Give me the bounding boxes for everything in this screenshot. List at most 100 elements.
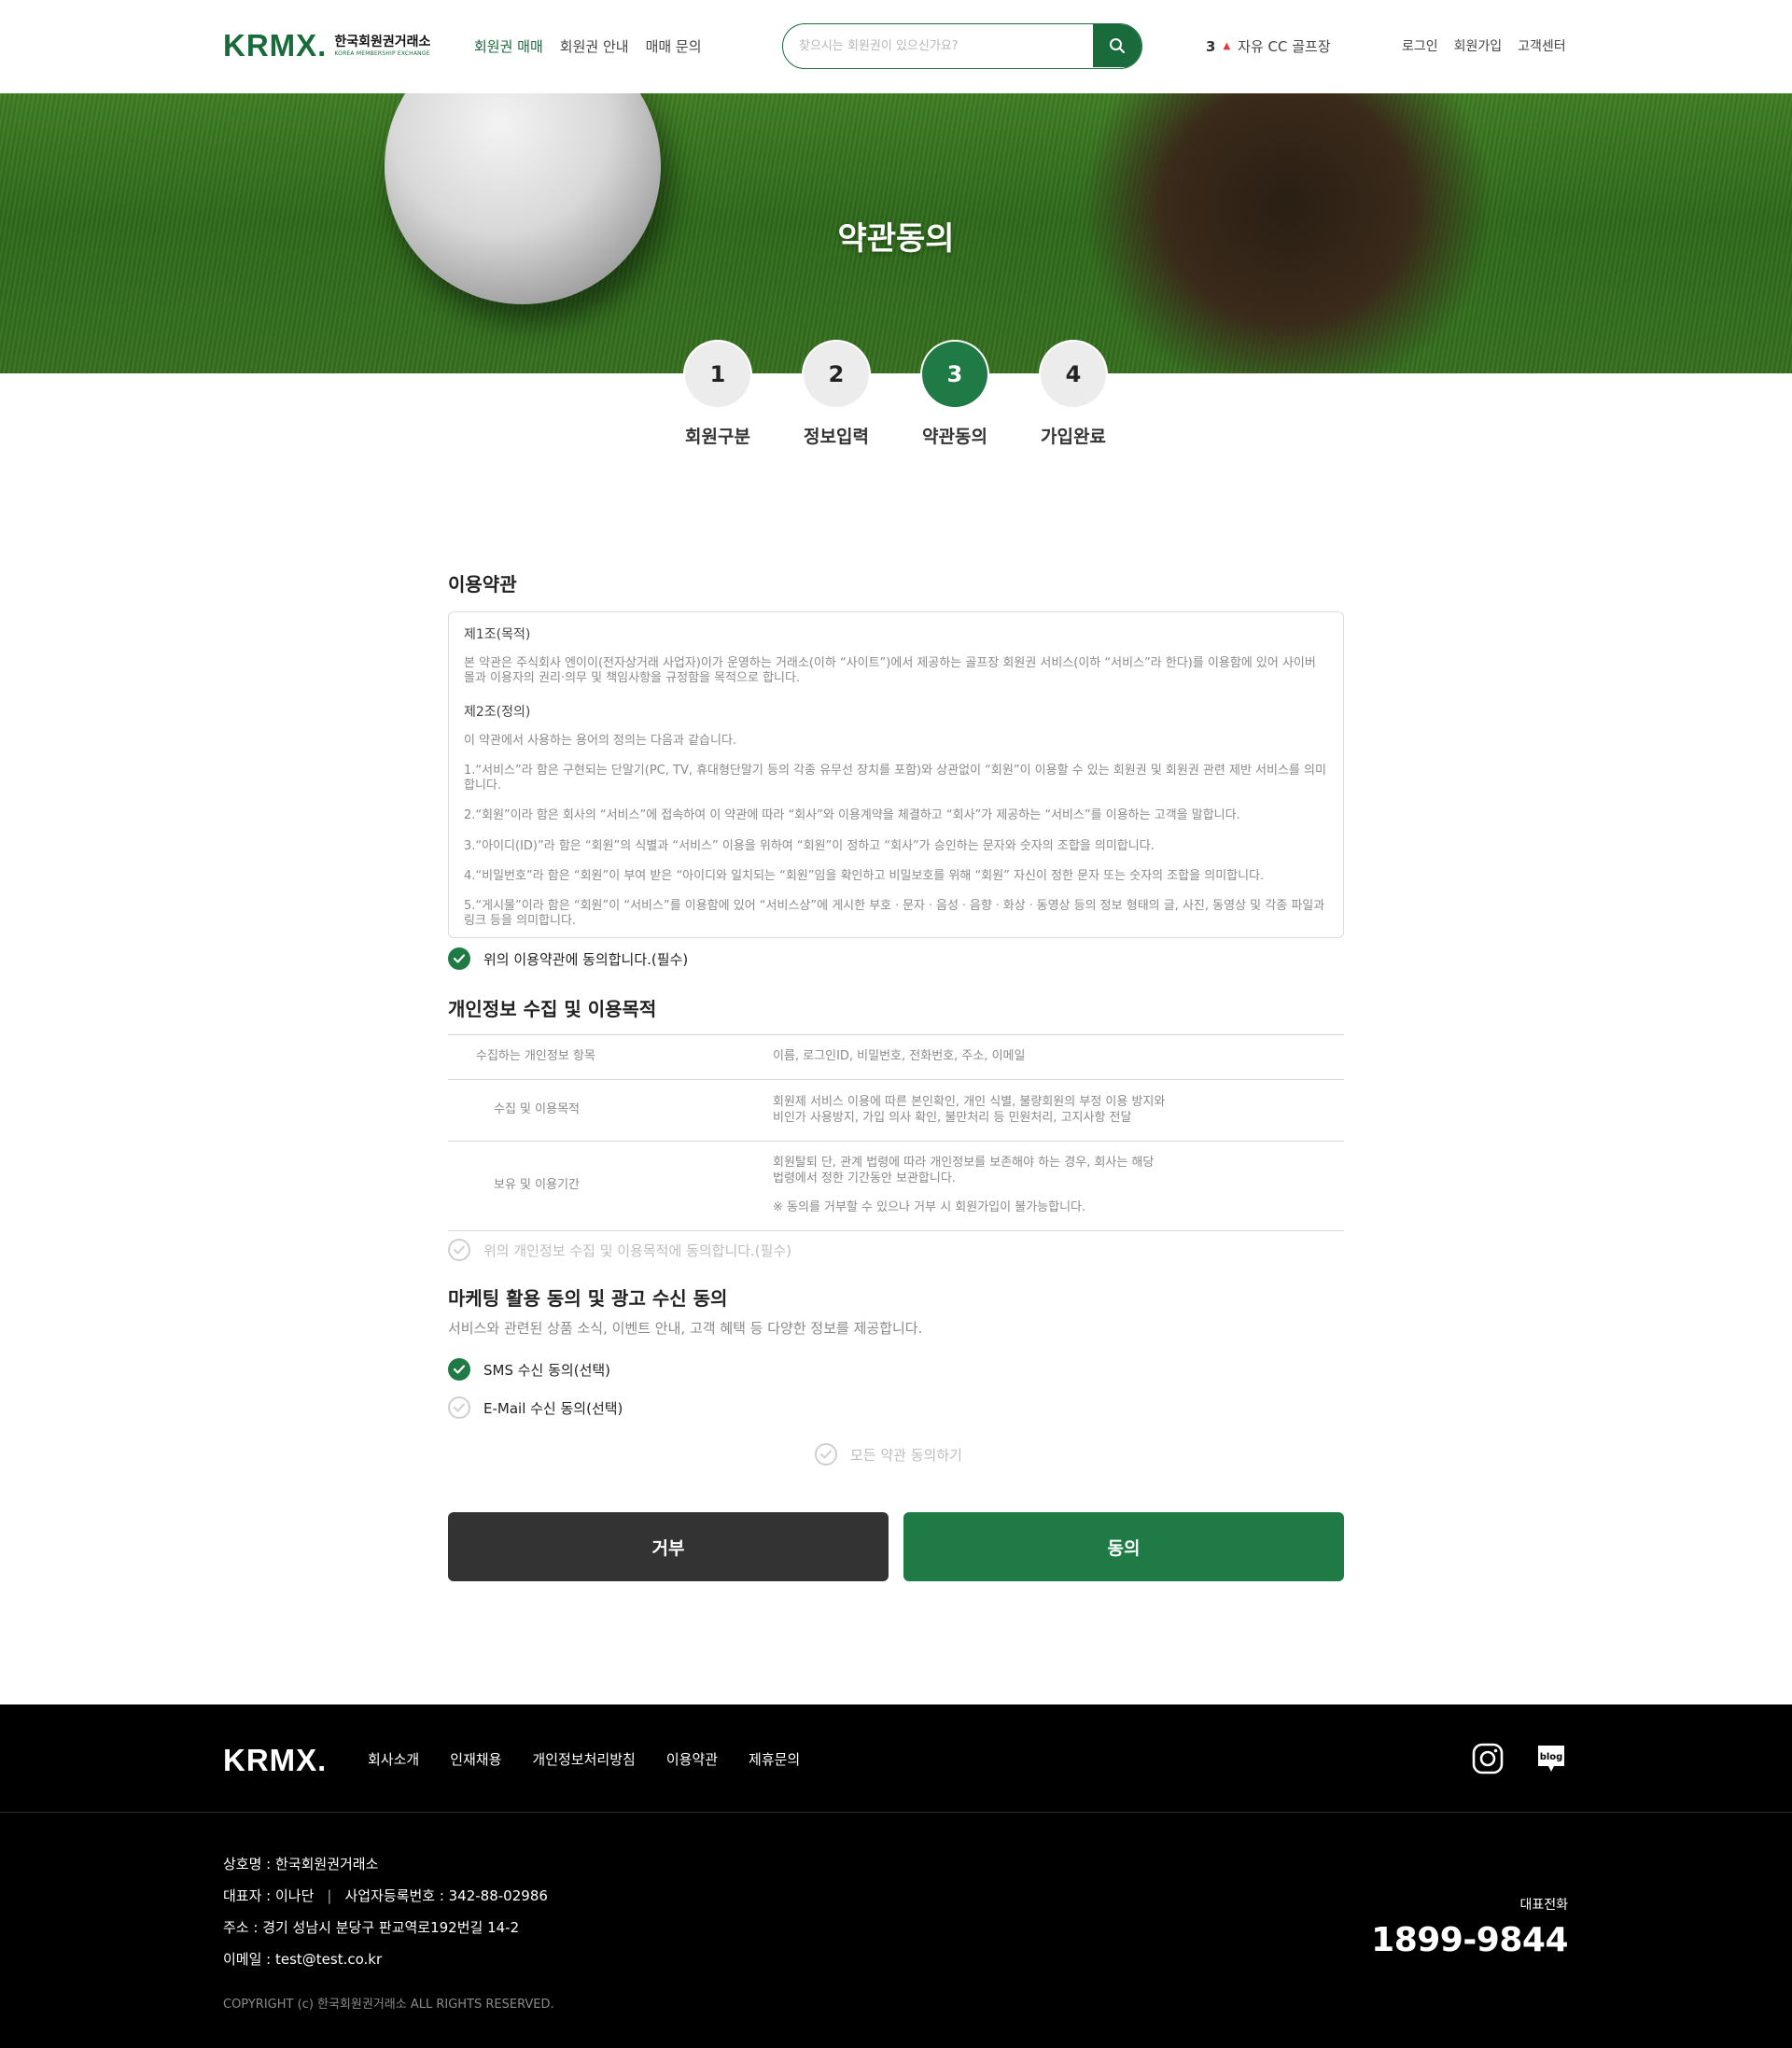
terms-article-title: 제1조(목적): [464, 627, 531, 642]
table-value: 회원탈퇴 단, 관계 법령에 따라 개인정보를 보존해야 하는 경우, 회사는 …: [773, 1141, 1344, 1231]
util-menu: 로그인 회원가입 고객센터: [1402, 36, 1566, 55]
table-note: ※ 동의를 거부할 수 있으나 거부 시 회원가입이 불가능합니다.: [773, 1199, 1086, 1214]
privacy-agree-checkbox[interactable]: 위의 개인정보 수집 및 이용목적에 동의합니다.(필수): [448, 1239, 1344, 1261]
company-info: 상호명 : 한국회원권거래소 대표자 : 이나단 | 사업자등록번호 : 342-8…: [223, 1848, 548, 1975]
company-address: 주소 : 경기 성남시 분당구 판교역로192번길 14-2: [223, 1919, 520, 1936]
terms-agree-label: 위의 이용약관에 동의합니다.(필수): [483, 950, 689, 968]
footer-top: KRMX. 회사소개 인재채용 개인정보처리방침 이용약관 제휴문의 blog: [0, 1704, 1792, 1813]
logo-english: KOREA MEMBERSHIP EXCHANGE: [334, 49, 430, 57]
copyright: COPYRIGHT (c) 한국회원권거래소 ALL RIGHTS RESERV…: [223, 1998, 554, 2012]
nav-membership-guide[interactable]: 회원권 안내: [560, 36, 629, 56]
agree-button[interactable]: 동의: [903, 1512, 1344, 1581]
table-value: 이름, 로그인ID, 비밀번호, 전화번호, 주소, 이메일: [773, 1034, 1344, 1080]
terms-article-body: 2.“회원”이라 함은 회사의 “서비스”에 접속하여 이 약관에 따라 “회사…: [464, 808, 1240, 823]
step-label: 약관동의: [922, 427, 987, 447]
phone-label: 대표전화: [1519, 1898, 1568, 1913]
marketing-description: 서비스와 관련된 상품 소식, 이벤트 안내, 고객 혜택 등 다양한 정보를 …: [448, 1320, 923, 1337]
terms-article-body: 본 약관은 주식회사 엔이이(전자상거래 사업자)이가 운영하는 거래소(이하 …: [464, 656, 1316, 686]
page-title: 약관동의: [837, 220, 955, 258]
sms-agree-label: SMS 수신 동의(선택): [483, 1361, 611, 1379]
blog-icon[interactable]: blog: [1534, 1742, 1568, 1775]
signup-link[interactable]: 회원가입: [1454, 36, 1503, 55]
terms-title: 이용약관: [448, 573, 517, 596]
agreement-form: 이용약관 제1조(목적) 본 약관은 주식회사 엔이이(전자상거래 사업자)이가…: [448, 569, 1344, 1581]
terms-article-body: 5.“게시물”이라 함은 “회원”이 “서비스”를 이용함에 있어 “서비스상”…: [464, 899, 1325, 929]
terms-article-body: 1.“서비스”라 함은 구현되는 단말기(PC, TV, 휴대형단말기 등의 각…: [464, 763, 1326, 793]
hero-banner: 약관동의: [0, 93, 1792, 373]
table-row: 수집 및 이용목적 회원제 서비스 이용에 따른 본인확인, 개인 식별, 불량…: [448, 1079, 1344, 1142]
email-agree-checkbox[interactable]: E-Mail 수신 동의(선택): [448, 1396, 1344, 1419]
logo[interactable]: KRMX. 한국회원권거래소 KOREA MEMBERSHIP EXCHANGE: [223, 28, 430, 63]
step-label: 정보입력: [804, 427, 869, 447]
step-number: 1: [685, 342, 750, 407]
all-agree-checkbox[interactable]: 모든 약관 동의하기: [815, 1443, 962, 1466]
footer-link-careers[interactable]: 인재채용: [450, 1749, 501, 1769]
action-buttons: 거부 동의: [448, 1512, 1344, 1581]
logo-mark: KRMX.: [223, 28, 328, 63]
check-icon: [448, 1239, 470, 1261]
phone-block: 대표전화 1899-9844: [1371, 1895, 1568, 1959]
step-2: 2 정보입력: [780, 342, 892, 448]
table-value-line: 회원제 서비스 이용에 따른 본인확인, 개인 식별, 불량회원의 부정 이용 …: [773, 1094, 1166, 1109]
email-agree-label: E-Mail 수신 동의(선택): [483, 1399, 623, 1417]
marketing-title: 마케팅 활용 동의 및 광고 수신 동의: [448, 1287, 728, 1310]
nav-trade-inquiry[interactable]: 매매 문의: [646, 36, 702, 56]
page: KRMX. 한국회원권거래소 KOREA MEMBERSHIP EXCHANGE…: [0, 0, 1792, 2048]
main-nav: 회원권 매매 회원권 안내 매매 문의: [474, 36, 702, 56]
footer-link-privacy[interactable]: 개인정보처리방침: [532, 1749, 635, 1769]
reject-button[interactable]: 거부: [448, 1512, 889, 1581]
company-name: 상호명 : 한국회원권거래소: [223, 1856, 379, 1873]
footer-sns: blog: [1471, 1742, 1568, 1775]
table-key: 보유 및 이용기간: [448, 1141, 773, 1231]
terms-article-body: 3.“아이디(ID)”라 함은 “회원”의 식별과 “서비스” 이용을 위하여 …: [464, 838, 1155, 853]
customer-center-link[interactable]: 고객센터: [1518, 36, 1566, 55]
privacy-title: 개인정보 수집 및 이용목적: [448, 998, 657, 1020]
footer: KRMX. 회사소개 인재채용 개인정보처리방침 이용약관 제휴문의 blog …: [0, 1704, 1792, 2048]
footer-link-partnership[interactable]: 제휴문의: [749, 1749, 800, 1769]
company-ceo: 대표자 : 이나단: [223, 1887, 315, 1904]
rank-name: 자유 CC 골프장: [1238, 38, 1331, 55]
footer-link-about[interactable]: 회사소개: [368, 1749, 419, 1769]
search-input[interactable]: [783, 24, 1091, 67]
all-agree-label: 모든 약관 동의하기: [850, 1446, 962, 1464]
step-number: 2: [804, 342, 869, 407]
check-icon: [448, 1396, 470, 1419]
footer-link-terms[interactable]: 이용약관: [666, 1749, 718, 1769]
table-key: 수집하는 개인정보 항목: [448, 1034, 773, 1080]
footer-logo[interactable]: KRMX.: [223, 1743, 327, 1778]
check-icon: [448, 1358, 470, 1381]
table-value-line: 이름, 로그인ID, 비밀번호, 전화번호, 주소, 이메일: [773, 1049, 1026, 1064]
table-value-line: 비인가 사용방지, 가입 의사 확인, 불만처리 등 민원처리, 고지사항 전달: [773, 1110, 1132, 1125]
footer-nav: 회사소개 인재채용 개인정보처리방침 이용약관 제휴문의: [368, 1749, 800, 1769]
nav-membership-trade[interactable]: 회원권 매매: [474, 36, 543, 56]
realtime-rank[interactable]: 3 ▲ 자유 CC 골프장: [1206, 36, 1331, 56]
privacy-agree-label: 위의 개인정보 수집 및 이용목적에 동의합니다.(필수): [483, 1241, 792, 1259]
check-icon: [815, 1443, 837, 1466]
signup-steps: 1 회원구분 2 정보입력 3 약관동의 4 가입완료: [0, 342, 1792, 463]
table-row: 보유 및 이용기간 회원탈퇴 단, 관계 법령에 따라 개인정보를 보존해야 하…: [448, 1141, 1344, 1231]
terms-agree-checkbox[interactable]: 위의 이용약관에 동의합니다.(필수): [448, 947, 1344, 970]
logo-korean: 한국회원권거래소: [334, 34, 431, 49]
rank-number: 3: [1206, 37, 1216, 55]
table-value-line: 회원탈퇴 단, 관계 법령에 따라 개인정보를 보존해야 하는 경우, 회사는 …: [773, 1156, 1155, 1171]
instagram-icon[interactable]: [1471, 1742, 1505, 1775]
divider: |: [327, 1887, 332, 1904]
blog-icon-label: blog: [1540, 1752, 1563, 1762]
search-bar: [782, 23, 1142, 69]
step-number: 3: [922, 342, 987, 407]
sms-agree-checkbox[interactable]: SMS 수신 동의(선택): [448, 1358, 1344, 1381]
login-link[interactable]: 로그인: [1402, 36, 1438, 55]
check-icon: [448, 947, 470, 970]
terms-scroll-box[interactable]: 제1조(목적) 본 약관은 주식회사 엔이이(전자상거래 사업자)이가 운영하는…: [448, 611, 1344, 938]
table-row: 수집하는 개인정보 항목 이름, 로그인ID, 비밀번호, 전화번호, 주소, …: [448, 1034, 1344, 1080]
search-button[interactable]: [1093, 24, 1141, 67]
search-icon: [1110, 38, 1125, 53]
table-key: 수집 및 이용목적: [448, 1079, 773, 1142]
step-4: 4 가입완료: [1017, 342, 1129, 448]
table-value-line: 법령에서 정한 기간동안 보관합니다.: [773, 1171, 956, 1186]
golf-ball-image: [385, 93, 661, 304]
terms-article-title: 제2조(정의): [464, 704, 531, 720]
company-bizno: 사업자등록번호 : 342-88-02986: [344, 1887, 548, 1904]
step-label: 회원구분: [685, 427, 750, 447]
phone-number[interactable]: 1899-9844: [1371, 1921, 1568, 1959]
